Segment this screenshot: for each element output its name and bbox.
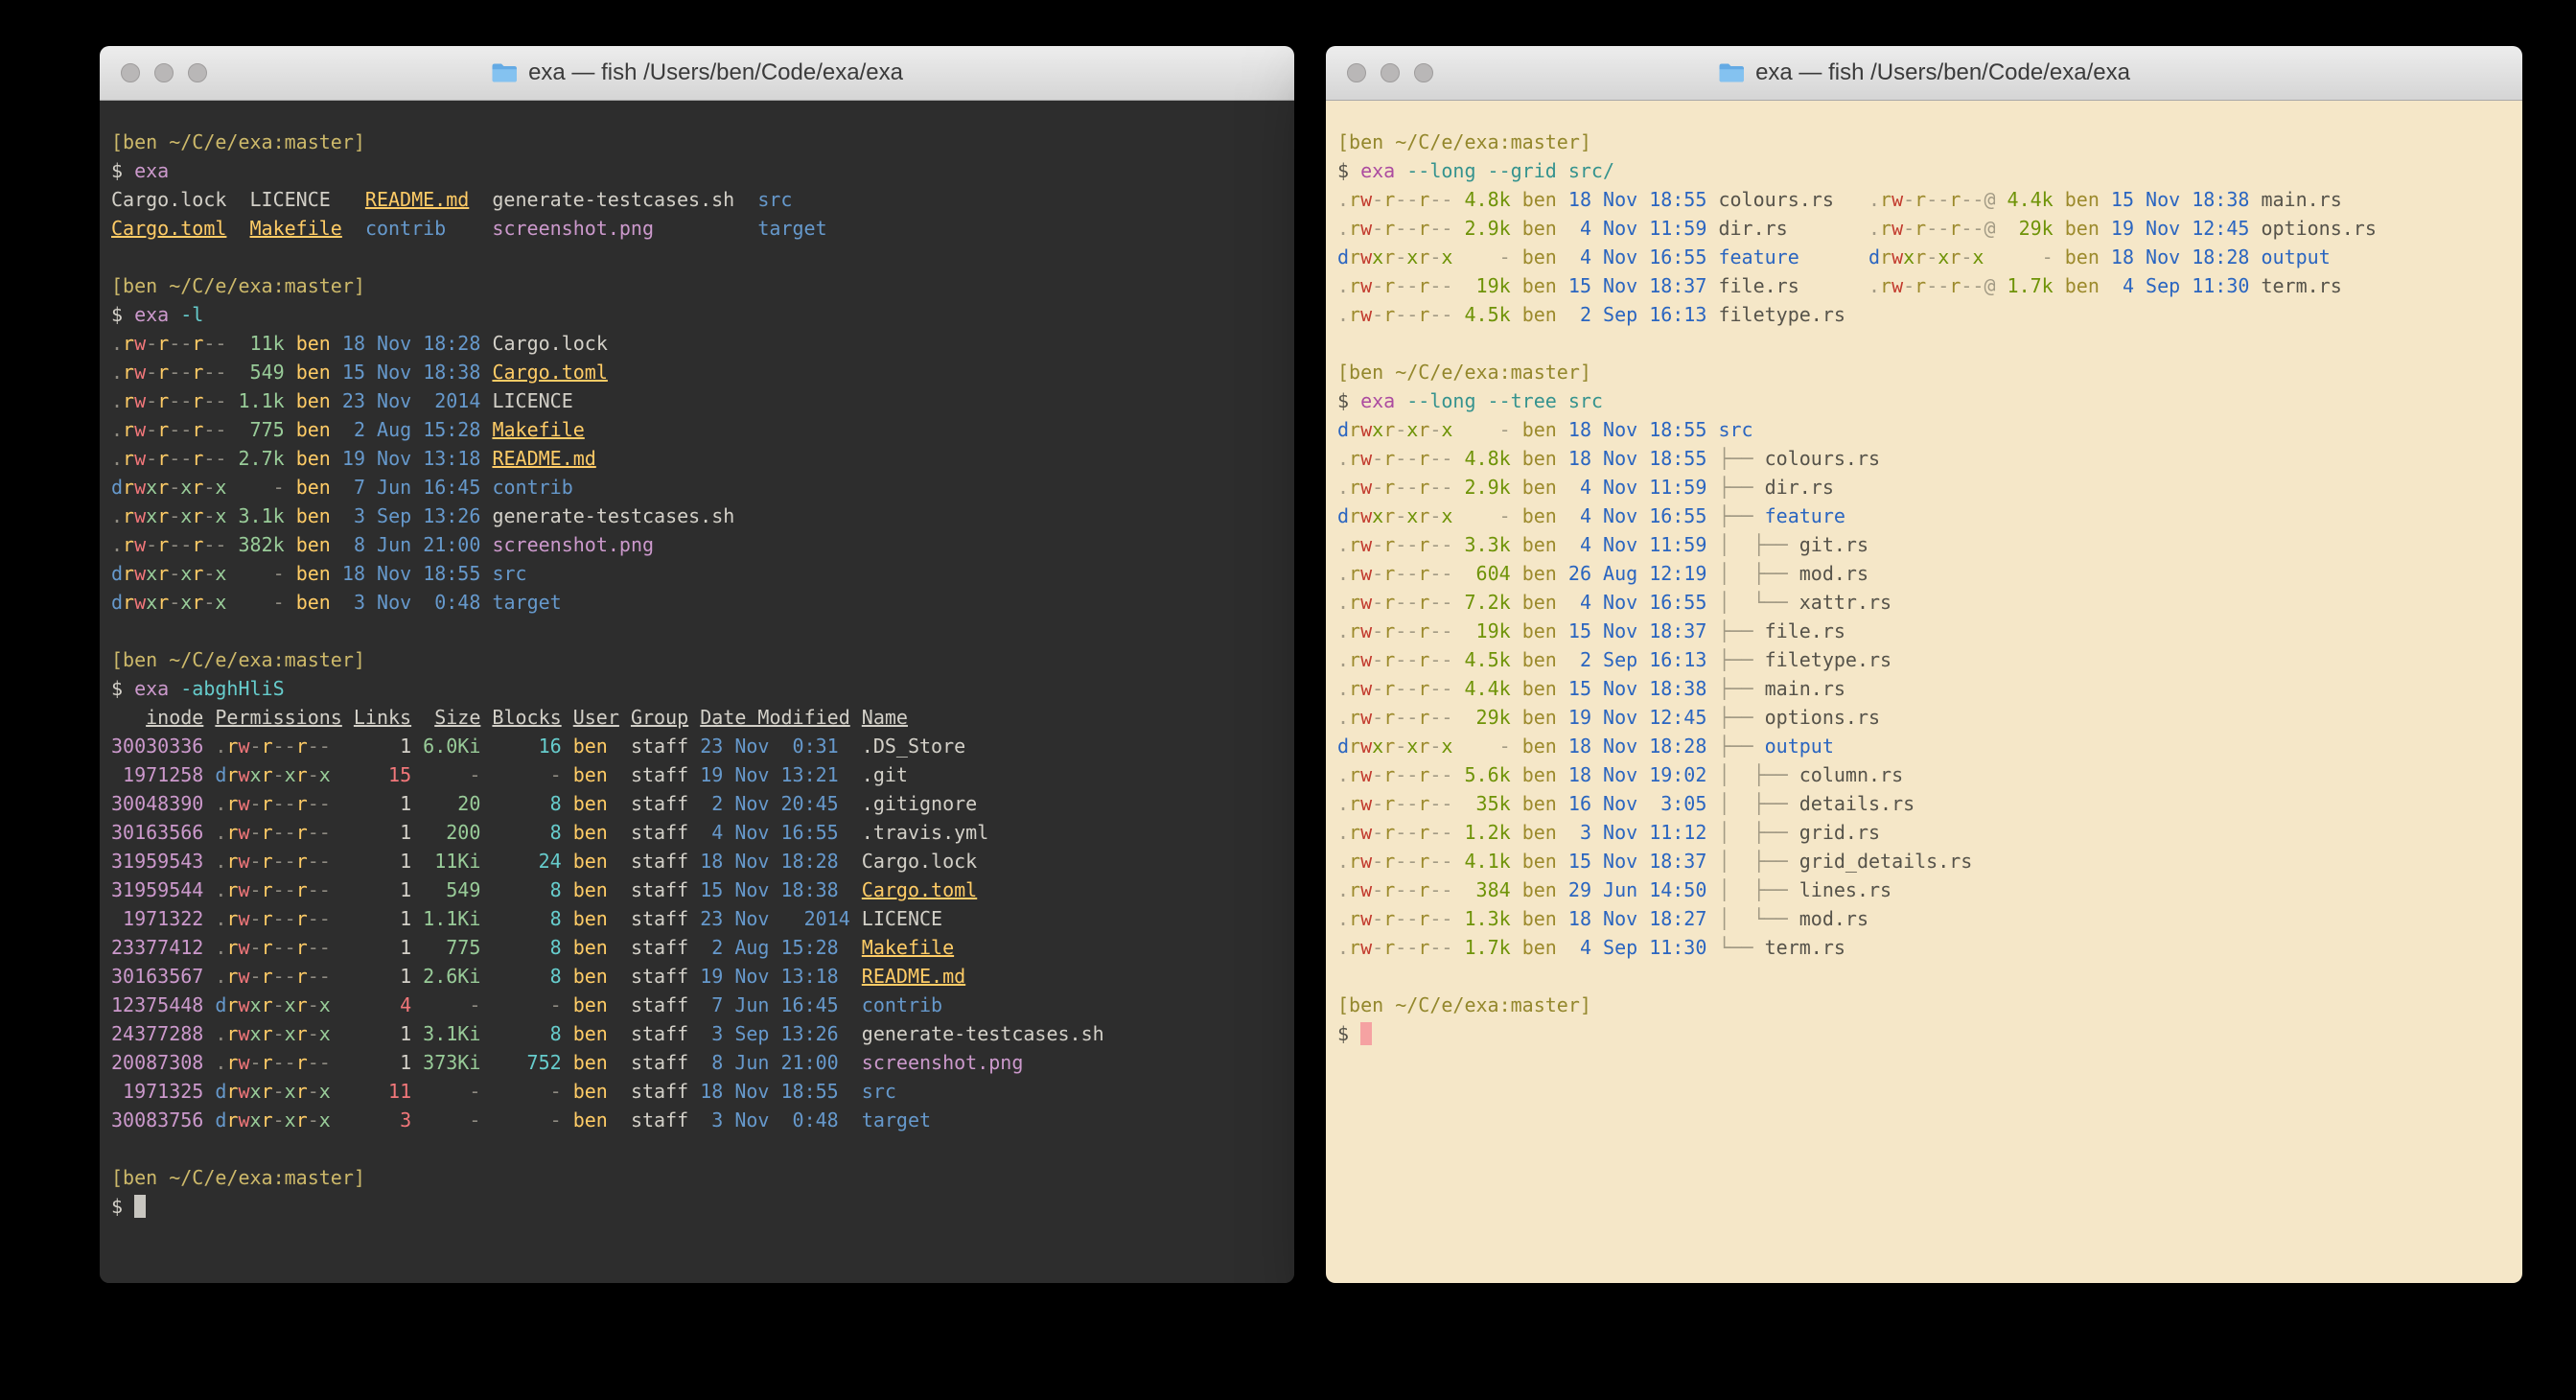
terminal-line: inode Permissions Links Size Blocks User… <box>111 703 1294 732</box>
window-title: exa — fish /Users/ben/Code/exa/exa <box>1718 59 2130 86</box>
folder-icon <box>491 62 518 83</box>
terminal-line: drwxr-xr-x - ben 3 Nov 0:48 target <box>111 588 1294 617</box>
terminal-line: .rw-r--r-- 5.6k ben 18 Nov 19:02 │ ├── c… <box>1337 760 2522 789</box>
terminal-line: .rw-r--r-- 1.7k ben 4 Sep 11:30 └── term… <box>1337 933 2522 962</box>
terminal-line: .rw-r--r-- 35k ben 16 Nov 3:05 │ ├── det… <box>1337 789 2522 818</box>
terminal-line: 24377288 .rwxr-xr-x 1 3.1Ki 8 ben staff … <box>111 1019 1294 1048</box>
window-controls <box>1347 46 1433 100</box>
close-button[interactable] <box>1347 63 1366 82</box>
terminal-line: 23377412 .rw-r--r-- 1 775 8 ben staff 2 … <box>111 933 1294 962</box>
window-title-text: exa — fish /Users/ben/Code/exa/exa <box>1755 59 2130 86</box>
terminal-line: .rw-r--r-- 11k ben 18 Nov 18:28 Cargo.lo… <box>111 329 1294 358</box>
window-title: exa — fish /Users/ben/Code/exa/exa <box>491 59 903 86</box>
terminal-line: .rw-r--r-- 1.3k ben 18 Nov 18:27 │ └── m… <box>1337 904 2522 933</box>
terminal-line: drwxr-xr-x - ben 18 Nov 18:55 src <box>1337 415 2522 444</box>
terminal-line: [ben ~/C/e/exa:master] <box>1337 358 2522 386</box>
terminal-line: 30163566 .rw-r--r-- 1 200 8 ben staff 4 … <box>111 818 1294 847</box>
terminal-line: $ exa -abghHliS <box>111 674 1294 703</box>
terminal-line: 1971322 .rw-r--r-- 1 1.1Ki 8 ben staff 2… <box>111 904 1294 933</box>
minimize-button[interactable] <box>1381 63 1400 82</box>
titlebar[interactable]: exa — fish /Users/ben/Code/exa/exa <box>1326 46 2522 101</box>
terminal-line: 12375448 drwxr-xr-x 4 - - ben staff 7 Ju… <box>111 991 1294 1019</box>
terminal-line: 20087308 .rw-r--r-- 1 373Ki 752 ben staf… <box>111 1048 1294 1077</box>
terminal-line: 31959543 .rw-r--r-- 1 11Ki 24 ben staff … <box>111 847 1294 875</box>
close-button[interactable] <box>121 63 140 82</box>
terminal-line: [ben ~/C/e/exa:master] <box>111 271 1294 300</box>
terminal-line: drwxr-xr-x - ben 18 Nov 18:28 ├── output <box>1337 732 2522 760</box>
terminal-line: .rw-r--r-- 384 ben 29 Jun 14:50 │ ├── li… <box>1337 875 2522 904</box>
terminal-line: 1971325 drwxr-xr-x 11 - - ben staff 18 N… <box>111 1077 1294 1106</box>
terminal-line: .rw-r--r-- 2.7k ben 19 Nov 13:18 README.… <box>111 444 1294 473</box>
terminal-body[interactable]: [ben ~/C/e/exa:master]$ exa --long --gri… <box>1326 101 2522 1283</box>
terminal-line: .rw-r--r-- 4.5k ben 2 Sep 16:13 ├── file… <box>1337 645 2522 674</box>
terminal-line <box>1337 962 2522 991</box>
terminal-line: .rw-r--r-- 3.3k ben 4 Nov 11:59 │ ├── gi… <box>1337 530 2522 559</box>
terminal-line: drwxr-xr-x - ben 4 Nov 16:55 ├── feature <box>1337 502 2522 530</box>
titlebar[interactable]: exa — fish /Users/ben/Code/exa/exa <box>100 46 1294 101</box>
terminal-line: Cargo.toml Makefile contrib screenshot.p… <box>111 214 1294 243</box>
terminal-line: .rw-r--r-- 549 ben 15 Nov 18:38 Cargo.to… <box>111 358 1294 386</box>
terminal-line: $ <box>1337 1019 2522 1048</box>
terminal-line: .rw-r--r-- 4.8k ben 18 Nov 18:55 ├── col… <box>1337 444 2522 473</box>
terminal-line: 30030336 .rw-r--r-- 1 6.0Ki 16 ben staff… <box>111 732 1294 760</box>
terminal-line: 31959544 .rw-r--r-- 1 549 8 ben staff 15… <box>111 875 1294 904</box>
terminal-line: .rw-r--r-- 1.2k ben 3 Nov 11:12 │ ├── gr… <box>1337 818 2522 847</box>
zoom-button[interactable] <box>188 63 207 82</box>
terminal-window-light: exa — fish /Users/ben/Code/exa/exa [ben … <box>1326 46 2522 1283</box>
terminal-line: [ben ~/C/e/exa:master] <box>1337 991 2522 1019</box>
terminal-line: .rw-r--r-- 604 ben 26 Aug 12:19 │ ├── mo… <box>1337 559 2522 588</box>
terminal-line: .rw-r--r-- 19k ben 15 Nov 18:37 ├── file… <box>1337 617 2522 645</box>
terminal-line: 30083756 drwxr-xr-x 3 - - ben staff 3 No… <box>111 1106 1294 1134</box>
window-controls <box>121 46 207 100</box>
minimize-button[interactable] <box>154 63 174 82</box>
terminal-line: .rw-r--r-- 29k ben 19 Nov 12:45 ├── opti… <box>1337 703 2522 732</box>
zoom-button[interactable] <box>1414 63 1433 82</box>
terminal-line: [ben ~/C/e/exa:master] <box>111 1163 1294 1192</box>
terminal-line <box>111 1134 1294 1163</box>
terminal-line: 30048390 .rw-r--r-- 1 20 8 ben staff 2 N… <box>111 789 1294 818</box>
text-cursor <box>134 1195 146 1218</box>
terminal-line: drwxr-xr-x - ben 4 Nov 16:55 feature drw… <box>1337 243 2522 271</box>
terminal-line: 30163567 .rw-r--r-- 1 2.6Ki 8 ben staff … <box>111 962 1294 991</box>
terminal-line: .rwxr-xr-x 3.1k ben 3 Sep 13:26 generate… <box>111 502 1294 530</box>
terminal-line: .rw-r--r-- 19k ben 15 Nov 18:37 file.rs … <box>1337 271 2522 300</box>
terminal-body[interactable]: [ben ~/C/e/exa:master]$ exaCargo.lock LI… <box>100 101 1294 1283</box>
terminal-line: .rw-r--r-- 4.4k ben 15 Nov 18:38 ├── mai… <box>1337 674 2522 703</box>
terminal-line: [ben ~/C/e/exa:master] <box>1337 128 2522 156</box>
terminal-line: .rw-r--r-- 2.9k ben 4 Nov 11:59 dir.rs .… <box>1337 214 2522 243</box>
terminal-window-dark: exa — fish /Users/ben/Code/exa/exa [ben … <box>100 46 1294 1283</box>
terminal-line <box>1337 329 2522 358</box>
terminal-line: $ <box>111 1192 1294 1221</box>
terminal-line: 1971258 drwxr-xr-x 15 - - ben staff 19 N… <box>111 760 1294 789</box>
terminal-line: .rw-r--r-- 1.1k ben 23 Nov 2014 LICENCE <box>111 386 1294 415</box>
terminal-line: .rw-r--r-- 382k ben 8 Jun 21:00 screensh… <box>111 530 1294 559</box>
terminal-line: Cargo.lock LICENCE README.md generate-te… <box>111 185 1294 214</box>
terminal-line <box>111 617 1294 645</box>
terminal-line: .rw-r--r-- 775 ben 2 Aug 15:28 Makefile <box>111 415 1294 444</box>
terminal-line: .rw-r--r-- 2.9k ben 4 Nov 11:59 ├── dir.… <box>1337 473 2522 502</box>
terminal-line: .rw-r--r-- 7.2k ben 4 Nov 16:55 │ └── xa… <box>1337 588 2522 617</box>
terminal-line: $ exa --long --grid src/ <box>1337 156 2522 185</box>
terminal-line: [ben ~/C/e/exa:master] <box>111 128 1294 156</box>
terminal-line: .rw-r--r-- 4.5k ben 2 Sep 16:13 filetype… <box>1337 300 2522 329</box>
text-cursor <box>1360 1022 1372 1045</box>
terminal-line <box>111 243 1294 271</box>
terminal-line: [ben ~/C/e/exa:master] <box>111 645 1294 674</box>
terminal-line: .rw-r--r-- 4.8k ben 18 Nov 18:55 colours… <box>1337 185 2522 214</box>
terminal-line: drwxr-xr-x - ben 7 Jun 16:45 contrib <box>111 473 1294 502</box>
terminal-line: $ exa --long --tree src <box>1337 386 2522 415</box>
terminal-line: drwxr-xr-x - ben 18 Nov 18:55 src <box>111 559 1294 588</box>
window-title-text: exa — fish /Users/ben/Code/exa/exa <box>528 59 903 86</box>
terminal-line: $ exa <box>111 156 1294 185</box>
folder-icon <box>1718 62 1745 83</box>
terminal-line: $ exa -l <box>111 300 1294 329</box>
terminal-line: .rw-r--r-- 4.1k ben 15 Nov 18:37 │ ├── g… <box>1337 847 2522 875</box>
